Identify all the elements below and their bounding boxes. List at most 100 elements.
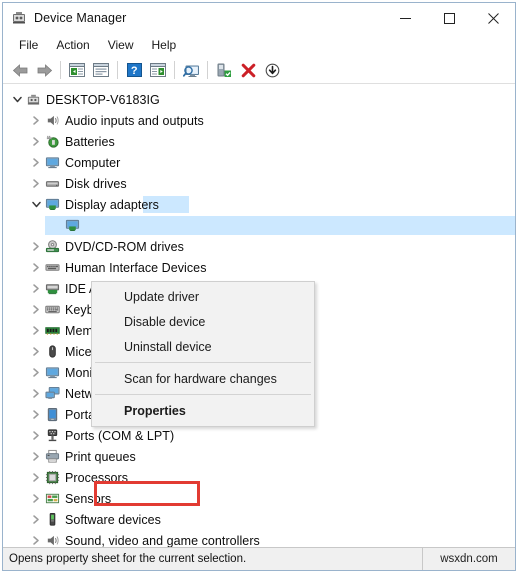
context-menu-item-uninstall-device[interactable]: Uninstall device	[92, 334, 314, 359]
tree-node-print-queues[interactable]: Print queues	[3, 446, 515, 467]
tree-node-label: Display adapters	[65, 197, 159, 212]
uninstall-device-button[interactable]	[236, 59, 260, 81]
tree-node-label: Software devices	[65, 512, 161, 527]
tree-node-label: Computer	[65, 155, 121, 170]
show-hide-action-pane-button[interactable]	[146, 59, 170, 81]
chevron-right-icon[interactable]	[28, 131, 44, 152]
chevron-right-icon[interactable]	[28, 488, 44, 509]
display-adapter-icon	[44, 197, 60, 213]
chevron-right-icon[interactable]	[28, 446, 44, 467]
chevron-right-icon[interactable]	[28, 404, 44, 425]
chevron-right-icon[interactable]	[28, 341, 44, 362]
chevron-right-icon[interactable]	[28, 383, 44, 404]
chevron-down-icon[interactable]	[28, 194, 44, 215]
ide-controller-icon	[44, 281, 60, 297]
properties-button[interactable]	[89, 59, 113, 81]
tree-node-label: Batteries	[65, 134, 115, 149]
forward-button[interactable]	[32, 59, 56, 81]
device-context-menu[interactable]: Update driver Disable device Uninstall d…	[91, 281, 315, 506]
tree-node-audio-inputs-and-outputs[interactable]: Audio inputs and outputs	[3, 110, 515, 131]
context-menu-item-properties[interactable]: Properties	[92, 398, 314, 423]
context-menu-item-scan-for-hardware-changes[interactable]: Scan for hardware changes	[92, 366, 314, 391]
tree-node-label: Sensors	[65, 491, 112, 506]
tree-root-label: DESKTOP-V6183IG	[46, 92, 160, 107]
tree-root-node[interactable]: DESKTOP-V6183IG	[3, 89, 515, 110]
maximize-button[interactable]	[427, 3, 471, 33]
chevron-right-icon[interactable]	[28, 173, 44, 194]
chevron-right-icon[interactable]	[28, 110, 44, 131]
speaker-icon	[44, 533, 60, 548]
toolbar-separator	[60, 61, 61, 79]
chevron-right-icon[interactable]	[28, 320, 44, 341]
tree-node-human-interface-devices[interactable]: Human Interface Devices	[3, 257, 515, 278]
tree-node-ports-com-and-lpt[interactable]: Ports (COM & LPT)	[3, 425, 515, 446]
monitor-icon	[44, 155, 60, 171]
tree-node-label: Disk drives	[65, 176, 127, 191]
sensor-icon	[44, 491, 60, 507]
tree-node-label: Ports (COM & LPT)	[65, 428, 175, 443]
tree-node-display-adapter-device[interactable]	[3, 215, 515, 236]
tree-node-processors[interactable]: Processors	[3, 467, 515, 488]
chevron-right-icon[interactable]	[28, 236, 44, 257]
tree-node-computer[interactable]: Computer	[3, 152, 515, 173]
close-button[interactable]	[471, 3, 515, 33]
tree-node-disk-drives[interactable]: Disk drives	[3, 173, 515, 194]
menu-file[interactable]: File	[10, 35, 47, 56]
tree-node-sound-video-and-game-controllers[interactable]: Sound, video and game controllers	[3, 530, 515, 547]
tree-node-sensors[interactable]: Sensors	[3, 488, 515, 509]
scan-for-hardware-changes-button[interactable]	[179, 59, 203, 81]
menu-view[interactable]: View	[99, 35, 143, 56]
help-button[interactable]: ?	[122, 59, 146, 81]
dvd-drive-icon	[44, 239, 60, 255]
back-button[interactable]	[8, 59, 32, 81]
context-menu-separator	[95, 362, 311, 363]
chevron-right-icon[interactable]	[28, 467, 44, 488]
software-device-icon	[44, 512, 60, 528]
window-title: Device Manager	[34, 11, 127, 25]
context-menu-item-update-driver[interactable]: Update driver	[92, 284, 314, 309]
mouse-icon	[44, 344, 60, 360]
show-hide-console-tree-button[interactable]	[65, 59, 89, 81]
toolbar: ?	[3, 57, 515, 84]
device-manager-window: Device Manager File Action View Help ? D…	[2, 2, 516, 571]
no-chevron-spacer	[48, 215, 64, 236]
device-tree[interactable]: DESKTOP-V6183IG Audio inputs and outputs	[3, 84, 515, 547]
tree-node-batteries[interactable]: Batteries	[3, 131, 515, 152]
minimize-button[interactable]	[383, 3, 427, 33]
toolbar-separator	[174, 61, 175, 79]
chevron-right-icon[interactable]	[28, 299, 44, 320]
network-adapter-icon	[44, 386, 60, 402]
watermark: wsxdn.com	[422, 548, 515, 570]
menu-action[interactable]: Action	[47, 35, 98, 56]
chevron-right-icon[interactable]	[28, 152, 44, 173]
disk-drive-icon	[44, 176, 60, 192]
menu-help[interactable]: Help	[143, 35, 186, 56]
context-menu-item-disable-device[interactable]: Disable device	[92, 309, 314, 334]
window-controls	[383, 3, 515, 33]
portable-device-icon	[44, 407, 60, 423]
update-driver-button[interactable]	[212, 59, 236, 81]
tree-node-software-devices[interactable]: Software devices	[3, 509, 515, 530]
processor-icon	[44, 470, 60, 486]
chevron-right-icon[interactable]	[28, 425, 44, 446]
printer-icon	[44, 449, 60, 465]
tree-node-dvd-cd-rom-drives[interactable]: DVD/CD-ROM drives	[3, 236, 515, 257]
chevron-down-icon[interactable]	[9, 89, 25, 110]
hid-icon	[44, 260, 60, 276]
chevron-right-icon[interactable]	[28, 362, 44, 383]
memory-icon	[44, 323, 60, 339]
tree-node-label: Human Interface Devices	[65, 260, 207, 275]
monitor-icon	[44, 365, 60, 381]
status-bar: Opens property sheet for the current sel…	[3, 547, 515, 570]
device-manager-icon	[11, 10, 27, 26]
chevron-right-icon[interactable]	[28, 530, 44, 547]
tree-node-label: Audio inputs and outputs	[65, 113, 204, 128]
chevron-right-icon[interactable]	[28, 509, 44, 530]
disable-device-button[interactable]	[260, 59, 284, 81]
toolbar-separator	[117, 61, 118, 79]
svg-text:?: ?	[130, 65, 137, 77]
tree-node-display-adapters[interactable]: Display adapters	[3, 194, 515, 215]
battery-icon	[44, 134, 60, 150]
chevron-right-icon[interactable]	[28, 278, 44, 299]
chevron-right-icon[interactable]	[28, 257, 44, 278]
